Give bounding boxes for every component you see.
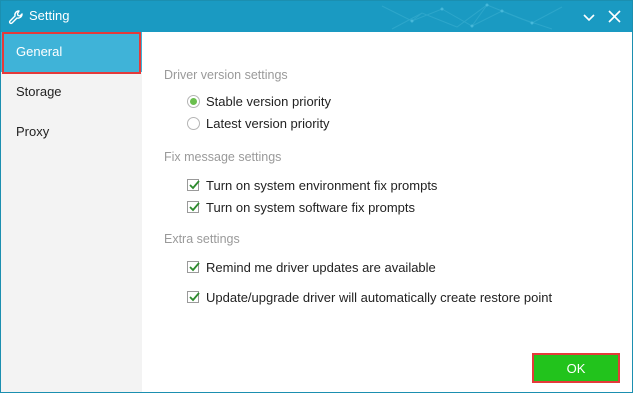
checkmark-icon (189, 180, 200, 190)
title-bar[interactable]: Setting (1, 1, 632, 32)
sidebar-item-storage[interactable]: Storage (1, 72, 142, 112)
ok-button[interactable]: OK (532, 353, 620, 383)
sidebar-item-general[interactable]: General (1, 32, 142, 74)
checkmark-icon (189, 262, 200, 272)
general-settings-panel: Driver version settings Stable version p… (142, 32, 632, 392)
title-bar-pattern (381, 3, 563, 30)
checkbox-checked[interactable] (187, 179, 200, 191)
section-title-fix-message: Fix message settings (164, 150, 282, 164)
sidebar-item-label: Storage (16, 84, 62, 99)
option-label: Stable version priority (206, 94, 331, 109)
wrench-icon (8, 10, 23, 25)
checkbox-checked[interactable] (187, 291, 200, 303)
option-label: Remind me driver updates are available (206, 260, 436, 275)
settings-window: Setting General Storage Proxy Driver ver… (0, 0, 633, 393)
checkmark-icon (189, 292, 200, 302)
chevron-down-icon[interactable] (583, 11, 595, 23)
checkbox-checked[interactable] (187, 201, 200, 213)
option-label: Turn on system software fix prompts (206, 200, 416, 215)
sidebar-item-label: General (16, 44, 63, 59)
option-label: Latest version priority (206, 116, 330, 131)
sidebar-item-label: Proxy (16, 124, 50, 139)
checkbox-checked[interactable] (187, 261, 200, 273)
section-title-extra: Extra settings (164, 232, 240, 246)
sidebar-item-proxy[interactable]: Proxy (1, 112, 142, 152)
section-title-driver-version: Driver version settings (164, 68, 288, 82)
window-title: Setting (29, 8, 70, 23)
radio-button-selected[interactable] (187, 95, 200, 108)
checkmark-icon (189, 202, 200, 212)
option-label: Update/upgrade driver will automatically… (206, 290, 553, 305)
close-icon[interactable] (608, 10, 621, 23)
option-label: Turn on system environment fix prompts (206, 178, 438, 193)
sidebar: General Storage Proxy (1, 32, 142, 392)
radio-button[interactable] (187, 117, 200, 130)
ok-button-label: OK (566, 361, 586, 376)
